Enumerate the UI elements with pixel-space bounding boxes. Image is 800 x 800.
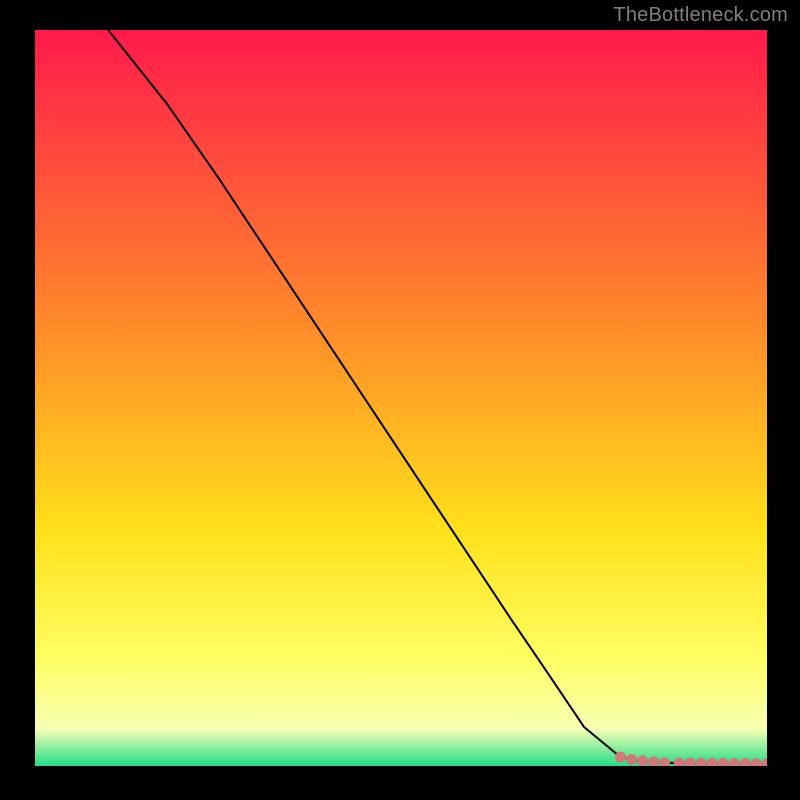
data-point xyxy=(649,757,659,766)
chart-svg xyxy=(35,30,767,766)
bottleneck-chart xyxy=(35,30,767,766)
data-point xyxy=(729,758,739,766)
data-point xyxy=(696,758,706,766)
data-point xyxy=(740,758,750,766)
data-point xyxy=(638,756,648,766)
data-point xyxy=(718,758,728,766)
data-point xyxy=(685,758,695,766)
data-point xyxy=(627,754,637,764)
attribution-text: TheBottleneck.com xyxy=(613,4,788,27)
data-point xyxy=(674,758,684,766)
gradient-background xyxy=(35,30,767,766)
data-point xyxy=(751,759,761,767)
data-point xyxy=(616,752,626,762)
data-point xyxy=(660,758,670,766)
data-point xyxy=(707,758,717,766)
chart-stage: TheBottleneck.com xyxy=(0,0,800,800)
